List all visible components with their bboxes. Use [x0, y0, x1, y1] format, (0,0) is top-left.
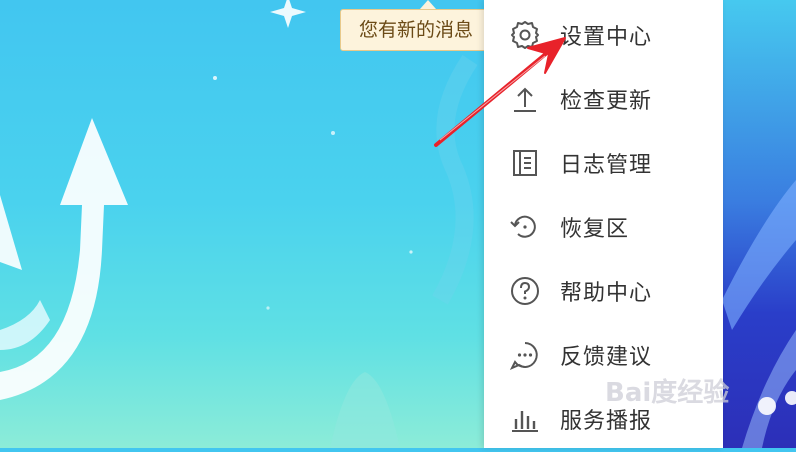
menu-item-label: 检查更新 — [560, 89, 653, 114]
menu-item-settings-center[interactable]: 设置中心 — [484, 5, 723, 65]
sparkle-icon — [270, 0, 306, 28]
watermark-text: Bai度经验 — [605, 378, 730, 408]
upload-icon — [509, 83, 541, 115]
right-background-strip — [722, 0, 796, 448]
notification-tail — [420, 0, 436, 9]
menu-item-label: 恢复区 — [560, 217, 630, 242]
menu-item-restore-area[interactable]: 恢复区 — [484, 197, 723, 257]
notification-text: 您有新的消息 — [359, 19, 474, 41]
help-icon — [509, 275, 541, 307]
menu-item-label: 设置中心 — [560, 25, 653, 50]
baidu-watermark: Bai度经验 — [605, 372, 729, 416]
restore-icon — [509, 211, 541, 243]
bar-chart-icon — [509, 403, 541, 435]
menu-item-label: 反馈建议 — [560, 345, 653, 370]
menu-item-log-management[interactable]: 日志管理 — [484, 133, 723, 193]
menu-item-help-center[interactable]: 帮助中心 — [484, 261, 723, 321]
menu-item-label: 日志管理 — [560, 153, 653, 178]
gear-icon — [509, 19, 541, 51]
menu-item-check-update[interactable]: 检查更新 — [484, 69, 723, 129]
log-icon — [509, 147, 541, 179]
menu-item-label: 帮助中心 — [560, 281, 653, 306]
chat-icon — [509, 339, 541, 371]
curved-arrow-graphic — [0, 118, 128, 400]
